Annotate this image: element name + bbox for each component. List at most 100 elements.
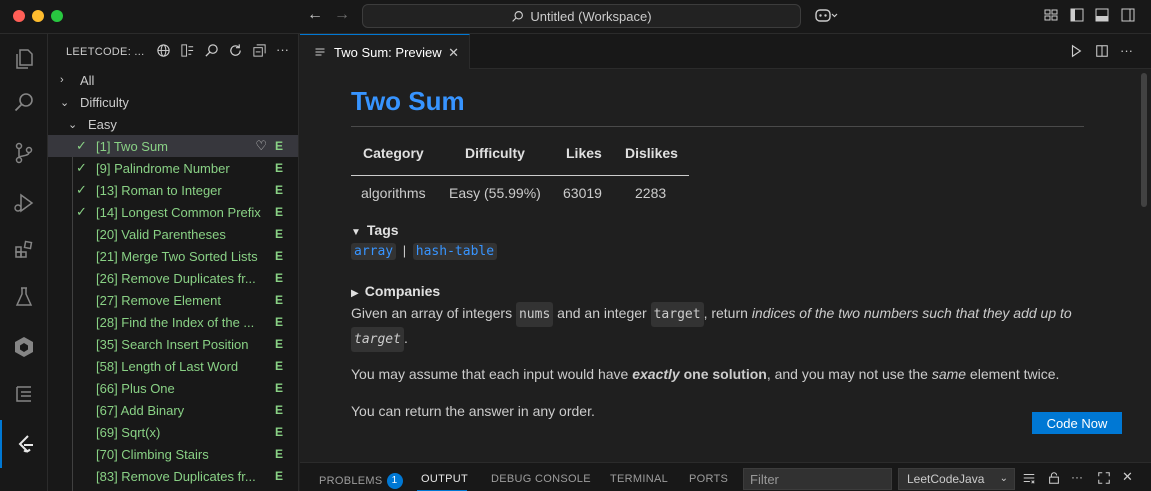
explorer-button[interactable] (0, 37, 48, 81)
problem-label: [14] Longest Common Prefix (96, 204, 261, 220)
description-paragraph-3: You can return the answer in any order. (351, 403, 595, 419)
close-icon[interactable]: ✕ (448, 45, 459, 61)
tree-node-difficulty[interactable]: ⌄ Difficulty (48, 91, 298, 113)
maximize-window-button[interactable] (51, 10, 63, 22)
sidebar-title: LEETCODE: ... (66, 45, 145, 58)
problem-item[interactable]: [27] Remove Element E (48, 289, 298, 311)
run-debug-button[interactable] (0, 181, 48, 225)
forward-arrow-icon[interactable]: → (334, 6, 350, 24)
close-panel-icon[interactable]: ✕ (1122, 469, 1133, 485)
problem-item[interactable]: [21] Merge Two Sorted Lists E (48, 245, 298, 267)
maximize-panel-icon[interactable] (1097, 471, 1111, 485)
close-window-button[interactable] (13, 10, 25, 22)
problem-item[interactable]: [70] Climbing Stairs E (48, 443, 298, 465)
problem-label: [66] Plus One (96, 380, 175, 396)
tab-problems[interactable]: PROBLEMS 1 (319, 473, 403, 489)
files-icon (16, 49, 33, 69)
leetcode-view-button[interactable] (0, 420, 48, 468)
back-arrow-icon[interactable]: ← (307, 6, 323, 24)
problem-label: [20] Valid Parentheses (96, 226, 226, 242)
tags-summary[interactable]: ▼ Tags (351, 222, 399, 238)
output-filter-input[interactable] (743, 468, 892, 490)
problem-item[interactable]: ✓ [14] Longest Common Prefix E (48, 201, 298, 223)
toggle-secondary-sidebar-icon[interactable] (1120, 7, 1136, 23)
problem-item[interactable]: [83] Remove Duplicates fr... E (48, 465, 298, 487)
split-editor-icon[interactable] (1095, 44, 1109, 58)
leetcode-icon (18, 435, 33, 453)
pick-problem-icon[interactable] (180, 43, 195, 58)
companies-summary[interactable]: ▶ Companies (351, 283, 440, 299)
customize-layout-icon[interactable] (1043, 7, 1059, 23)
difficulty-badge: E (274, 447, 283, 461)
source-control-icon (15, 142, 33, 164)
tree-node-all[interactable]: › All (48, 69, 298, 91)
lock-scroll-icon[interactable] (1047, 471, 1061, 485)
inline-code: nums (515, 302, 554, 327)
problem-item[interactable]: [58] Length of Last Word E (48, 355, 298, 377)
search-icon[interactable] (204, 43, 219, 58)
tag-separator: | (402, 243, 407, 258)
problem-label: [28] Find the Index of the ... (96, 314, 255, 330)
problem-item[interactable]: [20] Valid Parentheses E (48, 223, 298, 245)
disclosure-open-icon: ▼ (351, 227, 361, 238)
extension-view-button[interactable] (0, 325, 48, 369)
bold-emphasis-text: exactly (632, 366, 680, 382)
search-view-button[interactable] (0, 81, 48, 125)
more-actions-icon[interactable]: ··· (1120, 43, 1133, 58)
chevron-right-icon: › (60, 74, 64, 86)
problem-item[interactable]: [67] Add Binary E (48, 399, 298, 421)
output-channel-select[interactable]: LeetCodeJava ⌄ (898, 468, 1015, 490)
problem-item[interactable]: [28] Find the Index of the ... E (48, 311, 298, 333)
difficulty-badge: E (274, 249, 283, 263)
outline-view-button[interactable] (0, 372, 48, 416)
testing-button[interactable] (0, 275, 48, 319)
leetcode-sidebar: LEETCODE: ... ··· › All ⌄ Difficulty ⌄ E… (48, 34, 299, 491)
problem-item[interactable]: [69] Sqrt(x) E (48, 421, 298, 443)
table-cell-dislikes: 2283 (635, 185, 667, 201)
difficulty-badge: E (274, 161, 283, 175)
difficulty-badge: E (274, 139, 283, 153)
difficulty-badge: E (274, 315, 283, 329)
toggle-primary-sidebar-icon[interactable] (1069, 7, 1085, 23)
clear-output-icon[interactable] (1022, 471, 1036, 485)
problem-item[interactable]: ✓ [9] Palindrome Number E (48, 157, 298, 179)
problem-item[interactable]: ✓ [1] Two Sum ♡ E (48, 135, 298, 157)
command-center[interactable]: Untitled (Workspace) (362, 4, 801, 28)
list-tree-icon (16, 386, 31, 402)
vertical-scrollbar[interactable] (1141, 73, 1147, 207)
heart-icon[interactable]: ♡ (255, 138, 267, 154)
run-icon[interactable] (1069, 44, 1083, 58)
code-now-button[interactable]: Code Now (1032, 412, 1122, 434)
refresh-icon[interactable] (228, 43, 243, 58)
tab-output[interactable]: OUTPUT (421, 473, 468, 485)
copilot-icon[interactable] (814, 7, 838, 23)
title-bar: ← → Untitled (Workspace) (0, 0, 1151, 34)
problem-item[interactable]: [66] Plus One E (48, 377, 298, 399)
tag-array[interactable]: array (351, 243, 397, 260)
beaker-icon (15, 287, 33, 306)
tree-label-all: All (80, 72, 95, 88)
problem-item[interactable]: [26] Remove Duplicates fr... E (48, 267, 298, 289)
globe-icon[interactable] (156, 43, 171, 58)
more-actions-icon[interactable]: ··· (276, 43, 292, 59)
preview-icon (315, 48, 325, 56)
minimize-window-button[interactable] (32, 10, 44, 22)
extensions-button[interactable] (0, 228, 48, 272)
difficulty-badge: E (274, 337, 283, 351)
tab-terminal[interactable]: TERMINAL (610, 473, 668, 485)
collapse-all-icon[interactable] (252, 43, 267, 58)
toggle-panel-icon[interactable] (1094, 7, 1110, 23)
tab-two-sum-preview[interactable]: Two Sum: Preview ✕ (300, 34, 470, 69)
extensions-icon (15, 240, 33, 258)
text: , and you may not use the (766, 366, 932, 382)
tree-node-easy[interactable]: ⌄ Easy (48, 113, 298, 135)
more-actions-icon[interactable]: ··· (1071, 470, 1083, 484)
description-paragraph-1: Given an array of integers nums and an i… (351, 302, 1091, 352)
tab-debug-console[interactable]: DEBUG CONSOLE (491, 473, 591, 485)
problem-item[interactable]: ✓ [13] Roman to Integer E (48, 179, 298, 201)
problem-item[interactable]: [35] Search Insert Position E (48, 333, 298, 355)
source-control-button[interactable] (0, 131, 48, 175)
tab-ports[interactable]: PORTS (689, 473, 728, 485)
tab-label: PROBLEMS (319, 474, 383, 487)
tag-hash-table[interactable]: hash-table (412, 243, 498, 260)
